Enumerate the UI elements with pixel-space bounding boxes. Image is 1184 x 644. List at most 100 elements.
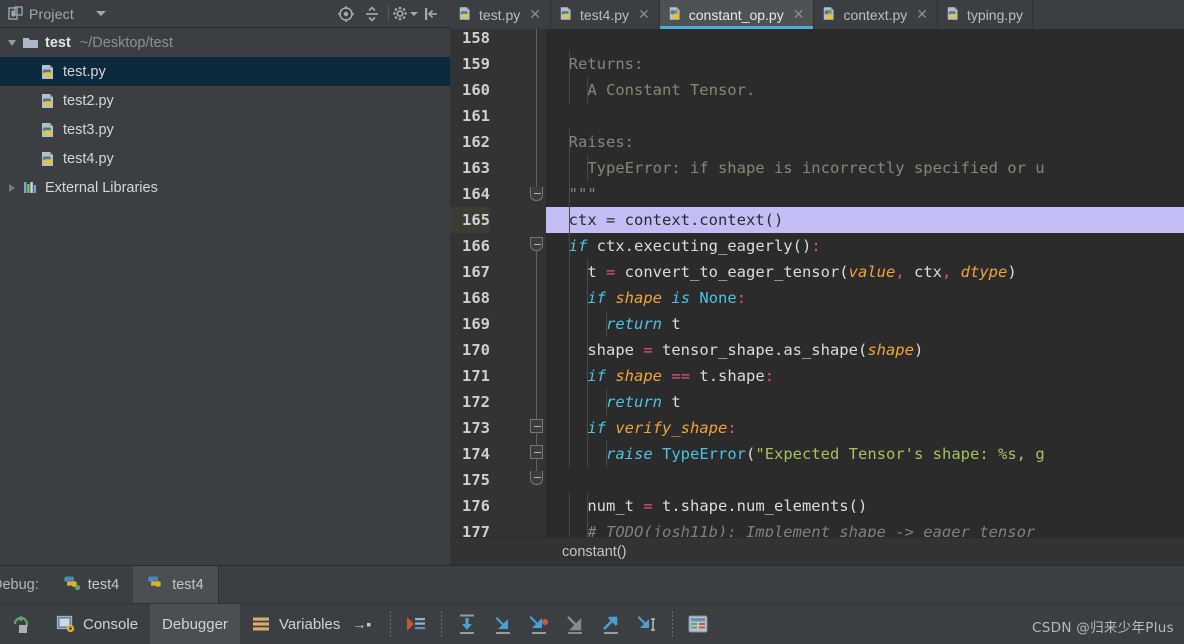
indent-guide [587,311,589,337]
fold-collapse-icon[interactable] [530,237,543,251]
tree-item-label: test3.py [63,121,114,138]
step-out-icon[interactable] [557,604,593,644]
fold-collapse-icon[interactable] [530,187,543,201]
evaluate-expression-panel-icon[interactable] [680,604,716,644]
tree-item-label: test4.py [63,150,114,167]
tab-console[interactable]: Console [44,604,150,644]
code-line[interactable]: """ [546,181,1184,207]
python-file-icon [458,6,474,24]
code-token: == [671,367,691,385]
code-line[interactable]: # TODO(josh11b): Implement shape -> eage… [546,519,1184,537]
indent-guide [568,77,570,103]
tab-variables[interactable]: Variables →▪ [240,604,383,644]
code-line[interactable]: t = convert_to_eager_tensor(value, ctx, … [546,259,1184,285]
tab-debugger[interactable]: Debugger [150,603,240,644]
toolbar-divider [390,611,392,637]
close-icon[interactable]: ✕ [916,6,928,23]
editor-tab-label: typing.py [967,6,1024,23]
code-line[interactable]: return t [546,389,1184,415]
project-file-tree[interactable]: test ~/Desktop/test test.py test2.py tes… [0,28,450,202]
editor-tab-constant-op-py[interactable]: constant_op.py ✕ [659,0,815,29]
code-token: # TODO(josh11b): Implement shape -> eage… [550,523,1036,537]
expand-twisty-icon[interactable] [4,39,20,46]
indent-guide [568,285,570,311]
code-line[interactable]: Raises: [546,129,1184,155]
step-over-icon[interactable] [449,604,485,644]
tree-item-test-py[interactable]: test.py [0,57,450,86]
tree-item-external-libraries[interactable]: External Libraries [0,173,450,202]
code-line[interactable]: shape = tensor_shape.as_shape(shape) [546,337,1184,363]
collapse-all-icon[interactable] [359,2,385,26]
indent-guide [587,441,589,467]
rerun-icon[interactable] [0,612,44,636]
fold-collapse-icon[interactable] [530,419,543,433]
code-token: convert_to_eager_tensor( [615,263,849,281]
step-into-icon[interactable] [485,604,521,644]
indent-guide [587,363,589,389]
code-editor[interactable]: 158 159 160 161 162 163 164 165 166 167 168 169 170 1… [450,29,1184,537]
mute-breakpoints-icon[interactable] [398,604,434,644]
code-line[interactable]: if ctx.executing_eagerly(): [546,233,1184,259]
editor-tab-typing-py[interactable]: typing.py [938,0,1034,29]
editor-area: test.py ✕ test4.py ✕ constant_op.py ✕ co… [450,0,1184,565]
code-token: , [895,263,905,281]
code-line[interactable] [546,29,1184,51]
breadcrumb[interactable]: constant() [450,537,1184,565]
collapse-twisty-icon[interactable] [4,183,20,192]
close-icon[interactable]: ✕ [529,6,541,23]
code-line[interactable]: if shape is None: [546,285,1184,311]
tree-item-test3-py[interactable]: test3.py [0,115,450,144]
code-line[interactable]: A Constant Tensor. [546,77,1184,103]
tree-item-test4-py[interactable]: test4.py [0,144,450,173]
run-to-cursor-icon[interactable] [593,604,629,644]
force-step-into-icon[interactable] [521,604,557,644]
python-file-icon [559,6,575,24]
line-number: 159 [462,55,490,73]
gear-icon[interactable] [392,2,418,26]
editor-gutter[interactable]: 158 159 160 161 162 163 164 165 166 167 168 169 170 1… [450,29,546,537]
hide-panel-icon[interactable] [418,2,444,26]
code-token: if [587,289,606,307]
tree-item-test-folder[interactable]: test ~/Desktop/test [0,28,450,57]
editor-tab-test-py[interactable]: test.py ✕ [450,0,551,29]
indent-guide [587,259,589,285]
code-line[interactable]: if verify_shape: [546,415,1184,441]
evaluate-expression-icon[interactable] [629,604,665,644]
code-token: shape [550,341,644,359]
close-icon[interactable]: ✕ [638,6,650,23]
project-window-icon [6,5,26,23]
code-token: verify_shape [615,419,728,437]
scroll-from-source-icon[interactable] [333,2,359,26]
tree-item-test2-py[interactable]: test2.py [0,86,450,115]
code-line[interactable]: if shape == t.shape: [546,363,1184,389]
debug-session-tab-2[interactable]: test4 [133,566,219,603]
code-line[interactable] [546,103,1184,129]
code-token: = [643,497,653,515]
editor-tab-label: constant_op.py [688,6,784,23]
code-token: = [643,341,653,359]
code-line[interactable]: num_t = t.shape.num_elements() [546,493,1184,519]
code-line[interactable]: TypeError: if shape is incorrectly speci… [546,155,1184,181]
line-number: 176 [462,497,490,515]
chevron-down-icon[interactable] [95,11,106,16]
editor-tab-context-py[interactable]: context.py ✕ [814,0,939,29]
restore-layout-icon[interactable]: →▪ [352,616,371,632]
code-line[interactable] [546,467,1184,493]
fold-collapse-icon[interactable] [530,445,543,459]
close-icon[interactable]: ✕ [793,6,805,23]
fold-collapse-icon[interactable] [530,471,543,485]
fold-line [536,29,537,187]
editor-tab-test4-py[interactable]: test4.py ✕ [550,0,660,29]
code-line[interactable]: return t [546,311,1184,337]
code-token: : [727,419,737,437]
code-line[interactable]: ctx = context.context() [546,207,1184,233]
code-folding-column[interactable] [528,29,546,537]
python-readonly-file-icon [822,6,838,24]
code-line[interactable]: raise TypeError("Expected Tensor's shape… [546,441,1184,467]
python-file-icon [38,151,59,167]
code-content[interactable]: Returns: A Constant Tensor. Raises: Type… [546,29,1184,537]
code-token: t [662,393,681,411]
indent-guide [587,415,589,441]
debug-session-tab-1[interactable]: test4 [49,566,133,603]
code-line[interactable]: Returns: [546,51,1184,77]
